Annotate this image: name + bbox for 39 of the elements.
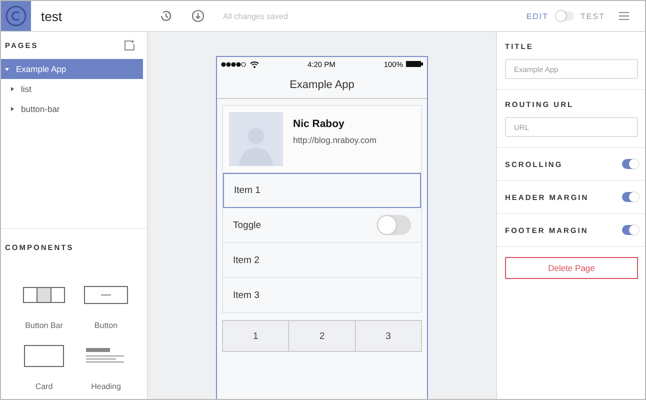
toggle-switch[interactable]: [622, 159, 638, 169]
mode-switch[interactable]: [556, 11, 574, 21]
profile-url: http://blog.nraboy.com: [293, 135, 376, 145]
save-status: All changes saved: [223, 12, 288, 20]
wifi-icon: [250, 60, 259, 68]
add-page-icon[interactable]: [124, 40, 135, 51]
page-item[interactable]: button-bar: [1, 99, 143, 119]
profile-name: Nic Raboy: [293, 118, 346, 130]
avatar-silhouette: [229, 112, 283, 166]
toggle-switch[interactable]: [377, 215, 411, 235]
logo-icon[interactable]: [1, 1, 31, 31]
component-label: Button Bar: [25, 321, 63, 330]
button-bar-icon[interactable]: [23, 287, 65, 303]
history-icon[interactable]: [159, 9, 173, 23]
phone-row[interactable]: Item 2: [223, 243, 421, 278]
bar-button[interactable]: 1: [223, 321, 290, 351]
phone-row[interactable]: Toggle: [223, 208, 421, 243]
component-label: Button: [94, 321, 118, 330]
bar-button[interactable]: 2: [289, 321, 356, 351]
delete-page-button[interactable]: Delete Page: [505, 257, 638, 279]
download-icon[interactable]: [191, 9, 205, 23]
project-title: test: [41, 8, 63, 24]
page-item[interactable]: list: [1, 79, 143, 99]
signal-icon: [221, 62, 247, 66]
phone-row[interactable]: Item 3: [223, 278, 421, 313]
battery-icon: [406, 61, 423, 67]
phone-row[interactable]: Item 1: [223, 173, 421, 208]
page-item[interactable]: Example App: [1, 59, 143, 79]
toggle-switch[interactable]: [622, 192, 638, 202]
toggle-switch[interactable]: [622, 225, 638, 235]
card-icon[interactable]: [24, 345, 64, 367]
bar-button[interactable]: 3: [356, 321, 421, 351]
heading-icon[interactable]: [86, 348, 126, 364]
menu-icon[interactable]: [619, 12, 629, 20]
button-component-icon[interactable]: [84, 286, 128, 304]
mode-tab[interactable]: EDIT: [522, 12, 553, 20]
component-label: Card: [35, 382, 53, 391]
nav-title: Example App: [290, 78, 354, 90]
component-label: Heading: [91, 382, 121, 391]
